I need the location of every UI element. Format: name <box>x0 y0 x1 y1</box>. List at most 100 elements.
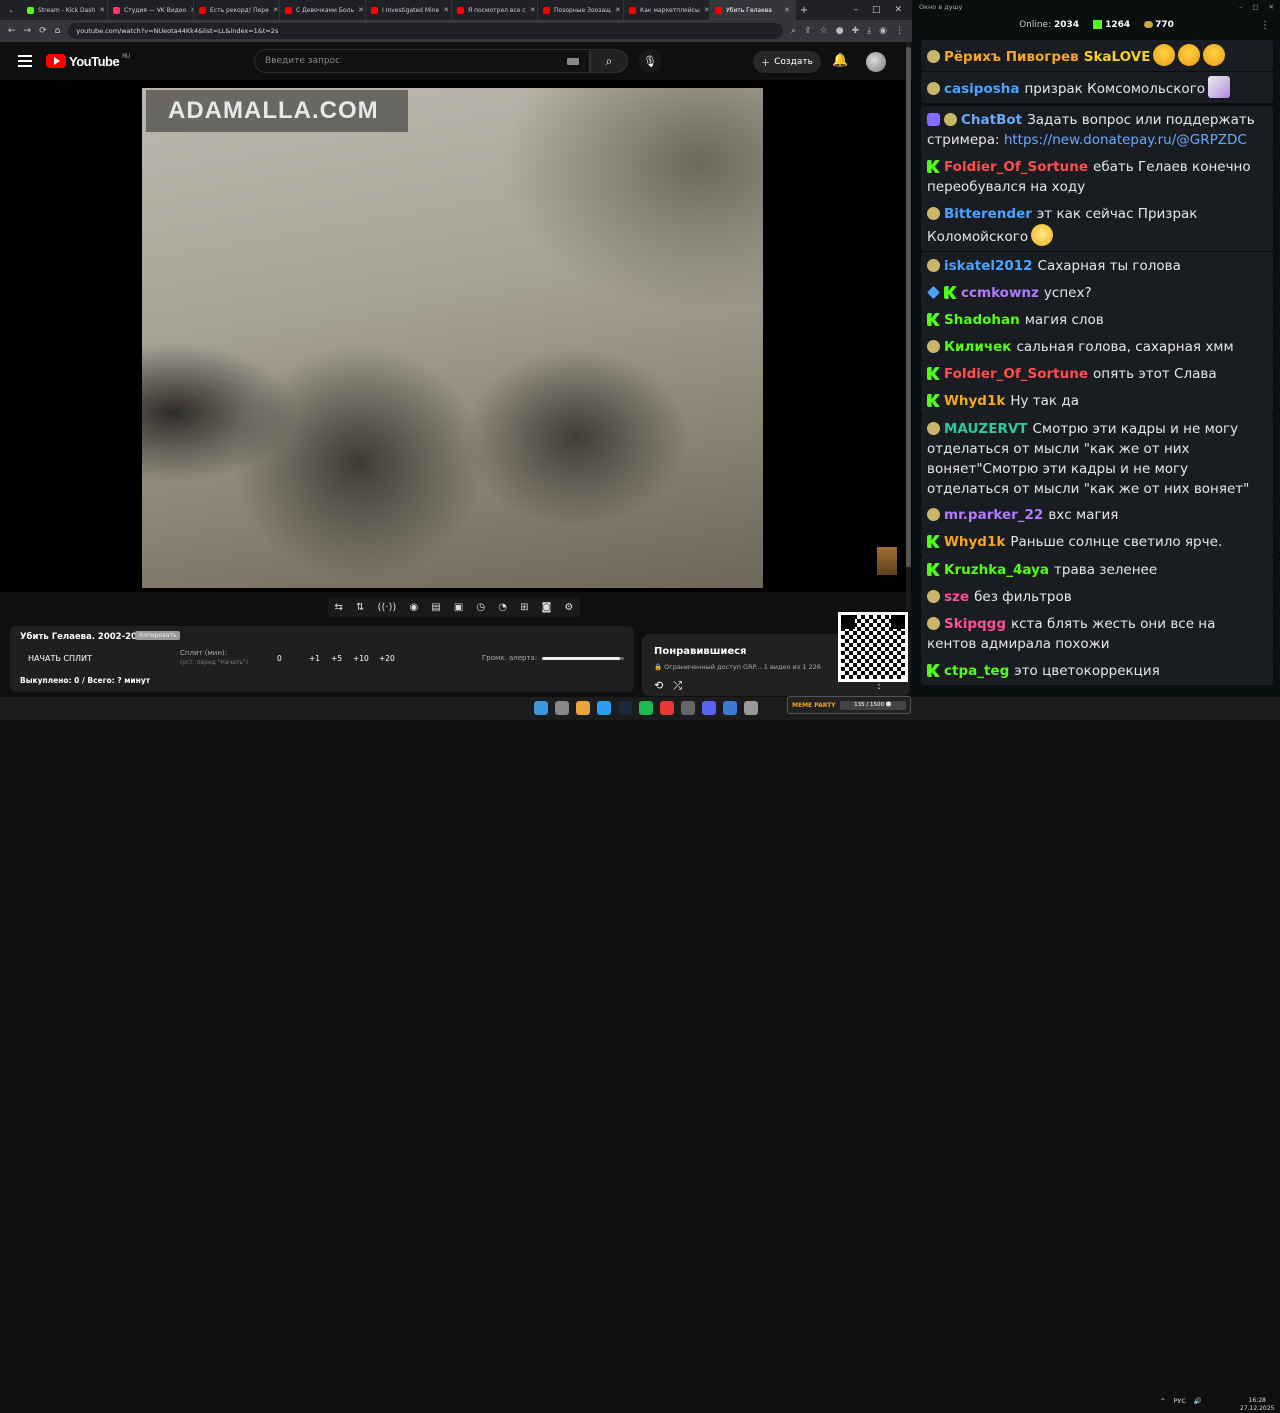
tab-close-icon[interactable]: ✕ <box>615 6 621 14</box>
chat-username[interactable]: Рёрихъ Пивогрев <box>944 49 1079 65</box>
new-tab-icon[interactable]: + <box>796 5 812 16</box>
chat-username[interactable]: ccmkownz <box>961 285 1039 301</box>
star-icon[interactable]: ☆ <box>820 26 828 36</box>
chat-username[interactable]: Foldier_Of_Sortune <box>944 159 1088 175</box>
extension-icon[interactable]: ● <box>836 26 844 36</box>
tab-close-icon[interactable]: ✕ <box>530 6 536 14</box>
create-button[interactable]: ＋ Создать <box>753 51 821 73</box>
start-split-button[interactable]: НАЧАТЬ СПЛИТ <box>28 654 92 663</box>
maximize-window-icon[interactable]: □ <box>872 5 881 15</box>
install-icon[interactable]: ⇪ <box>804 26 812 36</box>
reload-icon[interactable]: ⟳ <box>39 26 47 36</box>
gear-icon[interactable]: ⚙ <box>564 602 573 613</box>
repeat-icon[interactable]: ⇆ <box>335 602 343 613</box>
chat-username[interactable]: Kruzhka_4aya <box>944 562 1049 578</box>
chat-menu-icon[interactable]: ⋮ <box>1260 20 1270 31</box>
back-icon[interactable]: ← <box>8 26 16 36</box>
youtube-logo[interactable]: YouTube RU <box>46 54 130 69</box>
chat-username[interactable]: Whyd1k <box>944 534 1005 550</box>
tab-close-icon[interactable]: ✕ <box>784 6 790 14</box>
chat-username[interactable]: MAUZERVT <box>944 421 1028 437</box>
voice-search-button[interactable]: 🎙 <box>638 49 662 73</box>
hamburger-menu-icon[interactable] <box>18 55 32 67</box>
video-player[interactable]: ADAMALLA.COM <box>0 80 912 592</box>
avatar[interactable] <box>866 52 886 72</box>
split-plus1-button[interactable]: +1 <box>309 654 320 663</box>
chat-username[interactable]: Whyd1k <box>944 393 1005 409</box>
browser-tab[interactable]: I Investigated Mine ✕ <box>366 0 452 20</box>
browser-tab[interactable]: Я посмотрел все с ✕ <box>452 0 538 20</box>
tab-close-icon[interactable]: ✕ <box>273 6 279 14</box>
puzzle-icon[interactable]: ✚ <box>852 26 860 36</box>
minimize-window-icon[interactable]: – <box>853 5 858 15</box>
chat-username[interactable]: Shadohan <box>944 312 1020 328</box>
close-window-icon[interactable]: ✕ <box>894 5 902 15</box>
language-indicator[interactable]: РУС <box>1173 1397 1185 1405</box>
minimize-icon[interactable]: – <box>1239 3 1242 11</box>
chat-username[interactable]: mr.parker_22 <box>944 507 1043 523</box>
close-icon[interactable]: ✕ <box>1269 3 1274 11</box>
search-app-icon[interactable] <box>555 701 569 715</box>
search-input[interactable]: Введите запрос <box>254 49 590 73</box>
frame-icon[interactable]: ▣ <box>454 602 463 613</box>
profile-icon[interactable]: ◉ <box>879 26 887 36</box>
tab-close-icon[interactable]: ✕ <box>443 6 449 14</box>
split-value-0[interactable]: 0 <box>277 654 282 663</box>
speed-icon[interactable]: ◔ <box>498 602 507 613</box>
browser-tab[interactable]: С Девочками Боль ✕ <box>280 0 366 20</box>
tray-arrow-icon[interactable]: ^ <box>1160 1397 1165 1405</box>
split-plus20-button[interactable]: +20 <box>379 654 395 663</box>
browser-tab[interactable]: Убить Гелаева ✕ <box>710 0 796 20</box>
chat-username[interactable]: ctpa_teg <box>944 663 1009 679</box>
telegram-icon[interactable] <box>597 701 611 715</box>
copy-tag-button[interactable]: Копировать <box>135 631 181 640</box>
app-icon[interactable] <box>681 701 695 715</box>
add-icon[interactable]: ⊞ <box>520 602 528 613</box>
browser-tab[interactable]: Есть рекорд! Пере ✕ <box>194 0 280 20</box>
sort-icon[interactable]: ⇅ <box>356 602 364 613</box>
split-plus5-button[interactable]: +5 <box>331 654 342 663</box>
windows-start-icon[interactable] <box>534 701 548 715</box>
browser-tab[interactable]: Stream - Kick Dash ✕ <box>22 0 108 20</box>
chat-username[interactable]: Skipqgg <box>944 616 1006 632</box>
tab-close-icon[interactable]: ✕ <box>704 6 709 14</box>
steam-icon[interactable] <box>618 701 632 715</box>
url-field[interactable]: youtube.com/watch?v=NUeota44Kk4&list=LL&… <box>68 23 784 39</box>
time-icon[interactable]: ◷ <box>476 602 485 613</box>
loop-icon[interactable]: ⟲ <box>654 679 663 693</box>
volume-icon[interactable]: 🔊 <box>1194 1397 1202 1405</box>
page-scrollbar[interactable] <box>906 42 911 697</box>
editor-icon[interactable] <box>723 701 737 715</box>
obs-icon[interactable] <box>660 701 674 715</box>
chat-link[interactable]: https://new.donatepay.ru/@GRPZDC <box>1004 132 1247 148</box>
download-icon[interactable]: ⤓ <box>867 26 871 36</box>
chat-username[interactable]: Киличек <box>944 339 1011 355</box>
notifications-bell-icon[interactable]: 🔔 <box>832 53 848 68</box>
side-thumbnail[interactable] <box>877 547 897 575</box>
clock[interactable]: 16:28 27.12.2025 <box>1240 1397 1274 1413</box>
tab-close-icon[interactable]: ✕ <box>99 6 105 14</box>
browser-tab[interactable]: Студия — VK Видео✕ <box>108 0 194 20</box>
explorer-icon[interactable] <box>744 701 758 715</box>
camera-icon[interactable]: ◙ <box>542 602 552 613</box>
maximize-icon[interactable]: □ <box>1252 3 1258 11</box>
chat-username[interactable]: ChatBot <box>961 112 1022 128</box>
home-icon[interactable]: ⌂ <box>55 26 61 36</box>
tab-search-icon[interactable]: ⌄ <box>0 7 22 14</box>
discord-icon[interactable] <box>702 701 716 715</box>
forward-icon[interactable]: → <box>24 26 32 36</box>
chat-username[interactable]: sze <box>944 589 969 605</box>
search-button[interactable]: ⌕ <box>590 49 628 73</box>
chat-username[interactable]: Bitterender <box>944 206 1032 222</box>
film-icon[interactable]: ▤ <box>431 602 440 613</box>
tab-close-icon[interactable]: ✕ <box>358 6 364 14</box>
keyboard-icon[interactable] <box>567 57 579 65</box>
menu-icon[interactable]: ⋮ <box>895 26 904 36</box>
browser-tab[interactable]: Позорные Зоозащ ✕ <box>538 0 624 20</box>
spotify-icon[interactable] <box>639 701 653 715</box>
zoom-icon[interactable]: ⌕ <box>791 26 796 36</box>
chat-username[interactable]: iskatel2012 <box>944 258 1033 274</box>
alert-volume-slider[interactable] <box>542 657 624 660</box>
chat-username[interactable]: casiposha <box>944 81 1019 97</box>
chrome-icon[interactable] <box>576 701 590 715</box>
